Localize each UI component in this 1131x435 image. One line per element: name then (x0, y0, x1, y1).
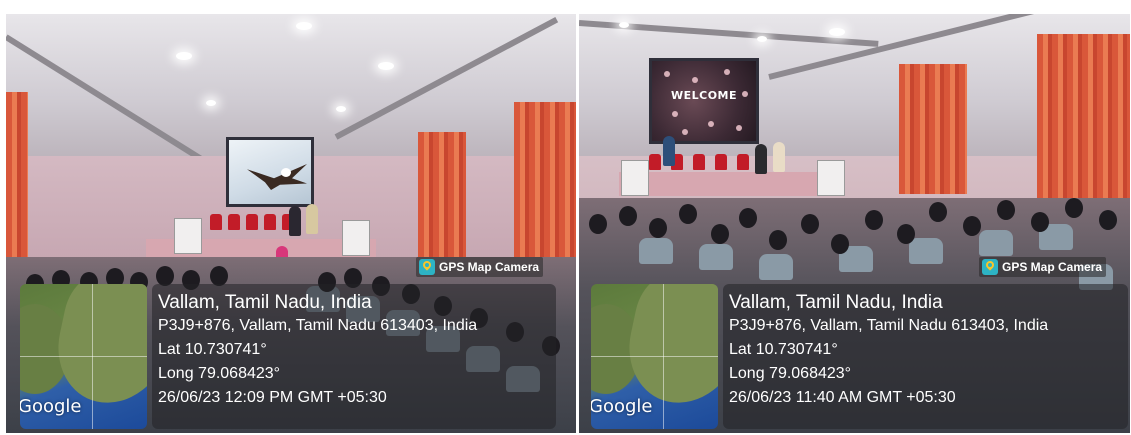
curtain (899, 64, 967, 194)
ceiling-light (378, 62, 394, 70)
speaker (755, 144, 767, 174)
ceiling-light (206, 100, 216, 106)
ceiling-light (296, 22, 312, 30)
address: P3J9+876, Vallam, Tamil Nadu 613403, Ind… (158, 317, 478, 334)
longitude: Long 79.068423° (158, 365, 281, 382)
gps-map-camera-icon (982, 259, 998, 275)
gps-map-camera-tag: GPS Map Camera (416, 257, 544, 277)
place-name: Vallam, Tamil Nadu, India (158, 292, 372, 313)
place-name: Vallam, Tamil Nadu, India (729, 292, 943, 313)
projector-screen: WELCOME (649, 58, 759, 144)
location-info-panel: Vallam, Tamil Nadu, India P3J9+876, Vall… (723, 284, 1128, 429)
curtain (6, 92, 28, 267)
eagle-image (247, 164, 307, 190)
location-info-panel: Vallam, Tamil Nadu, India P3J9+876, Vall… (152, 284, 556, 429)
latitude: Lat 10.730741° (729, 341, 838, 358)
podium (342, 220, 370, 256)
address: P3J9+876, Vallam, Tamil Nadu 613403, Ind… (729, 317, 1049, 334)
ceiling-light (829, 28, 845, 36)
google-logo: Google (591, 396, 653, 417)
latitude: Lat 10.730741° (158, 341, 267, 358)
curtain (514, 102, 576, 272)
speaker (306, 204, 318, 234)
podium (621, 160, 649, 196)
speaker (663, 136, 675, 166)
speaker (773, 142, 785, 172)
longitude: Long 79.068423° (729, 365, 852, 382)
gps-map-camera-icon (419, 259, 435, 275)
stage (619, 172, 839, 196)
gps-map-camera-label: GPS Map Camera (1002, 260, 1103, 274)
projector-screen (226, 137, 314, 207)
ceiling-light (176, 52, 192, 60)
timestamp: 26/06/23 12:09 PM GMT +05:30 (158, 389, 387, 406)
podium (174, 218, 202, 254)
screen-caption: WELCOME (670, 89, 738, 102)
podium (817, 160, 845, 196)
ceiling-light (336, 106, 346, 112)
gps-map-camera-label: GPS Map Camera (439, 260, 540, 274)
photo-left: GPS Map Camera Google Vallam, Tamil Nadu… (6, 14, 576, 433)
curtain (1037, 34, 1130, 214)
google-logo: Google (20, 396, 82, 417)
gps-map-camera-tag: GPS Map Camera (979, 257, 1107, 277)
ceiling-light (757, 36, 767, 42)
curtain (418, 132, 466, 257)
photo-right: WELCOME GPS Map Camera Google Vallam, Ta… (579, 14, 1130, 433)
location-map-thumbnail: Google (591, 284, 718, 429)
ceiling-light (619, 22, 629, 28)
timestamp: 26/06/23 11:40 AM GMT +05:30 (729, 389, 956, 406)
location-map-thumbnail: Google (20, 284, 147, 429)
speaker (289, 206, 301, 236)
